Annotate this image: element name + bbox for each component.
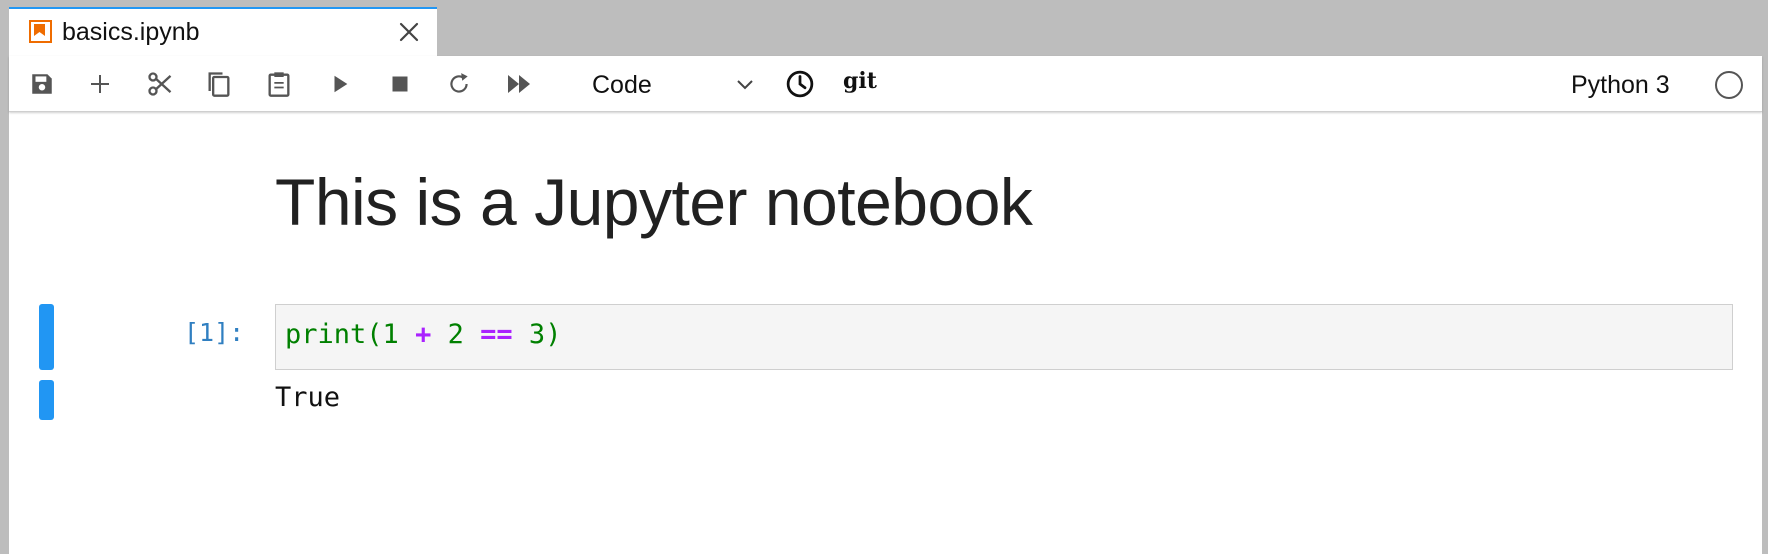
notebook-toolbar: Code git Python 3 — [9, 56, 1762, 112]
notebook-icon — [29, 20, 52, 43]
close-icon[interactable] — [392, 15, 426, 49]
kernel-status-icon — [1715, 71, 1743, 99]
code-line: print(1 + 2 == 3) — [285, 319, 561, 350]
code-token-num: 3 — [528, 319, 546, 350]
notebook-panel: Code git Python 3 This is a Jupyter note… — [9, 56, 1762, 554]
code-editor[interactable]: print(1 + 2 == 3) — [275, 304, 1733, 370]
clock-icon[interactable] — [783, 67, 817, 101]
execution-prompt: [1]: — [184, 318, 245, 347]
code-token-punct: ) — [545, 319, 562, 350]
stop-icon[interactable] — [383, 67, 417, 101]
output-collapser[interactable] — [39, 380, 54, 420]
run-icon[interactable] — [323, 67, 357, 101]
code-token-num: 2 — [447, 319, 464, 350]
tab-basics-ipynb[interactable]: basics.ipynb — [9, 7, 437, 56]
git-button[interactable]: git — [843, 68, 877, 94]
copy-icon[interactable] — [202, 67, 236, 101]
tab-bar: basics.ipynb — [0, 0, 1768, 56]
code-token-op: == — [480, 319, 513, 350]
input-collapser[interactable] — [39, 304, 54, 370]
code-token-builtin: print — [285, 319, 367, 350]
cell-type-dropdown[interactable]: Code — [577, 65, 767, 103]
cell-output: True — [275, 382, 341, 413]
paste-icon[interactable] — [262, 67, 296, 101]
jupyterlab-window: basics.ipynb Code git Python 3 This is a… — [0, 0, 1768, 554]
add-cell-icon[interactable] — [83, 67, 117, 101]
chevron-down-icon — [735, 74, 755, 94]
run-all-icon[interactable] — [503, 67, 537, 101]
code-token-punct: ( — [366, 319, 383, 350]
restart-icon[interactable] — [442, 67, 476, 101]
markdown-heading: This is a Jupyter notebook — [275, 165, 1033, 239]
code-token-num: 1 — [382, 319, 399, 350]
cut-icon[interactable] — [143, 67, 177, 101]
code-token-op: + — [415, 319, 432, 350]
tab-title: basics.ipynb — [62, 18, 200, 46]
save-icon[interactable] — [25, 67, 59, 101]
cell-type-value: Code — [592, 71, 652, 99]
kernel-name[interactable]: Python 3 — [1571, 71, 1670, 100]
